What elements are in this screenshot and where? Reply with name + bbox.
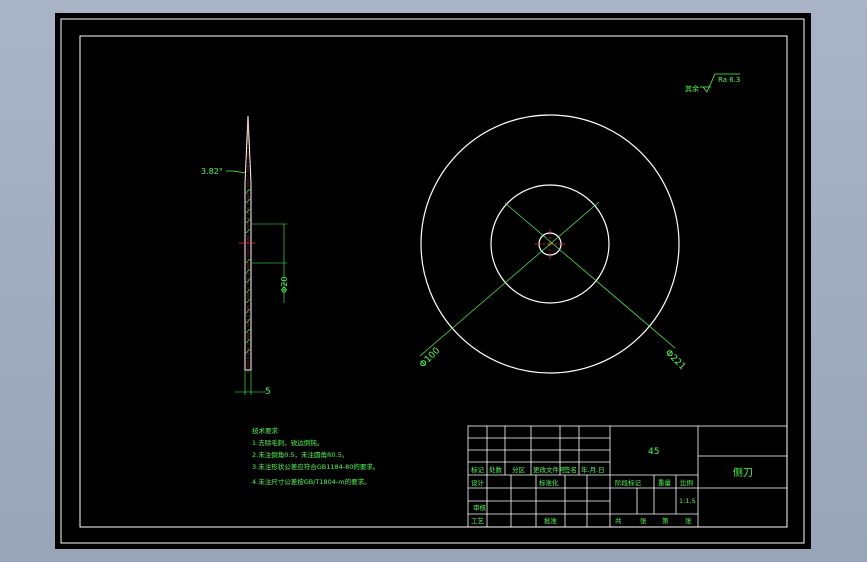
diameter-100-leader xyxy=(419,201,600,357)
tb-sheet-total: 共 xyxy=(615,516,622,525)
technical-notes: 技术要求 1.去除毛刺，锐边倒钝。 2.未注倒角0.5，未注圆角R0.5。 3.… xyxy=(252,426,379,486)
sheet-inner-border xyxy=(79,35,788,528)
tb-sheet-total-unit: 张 xyxy=(640,516,647,525)
angle-dimension: 3.82° xyxy=(201,167,223,176)
note-item-1: 1.去除毛刺，锐边倒钝。 xyxy=(252,438,323,447)
side-diameter-dimension: Φ20 xyxy=(280,277,289,293)
tb-material: 45 xyxy=(648,447,659,457)
tb-scale-value: 1:1.5 xyxy=(679,497,696,505)
roughness-symbol: 其余 Ra 6.3 xyxy=(685,73,740,93)
tb-approve: 批准 xyxy=(544,516,558,525)
roughness-value: Ra 6.3 xyxy=(718,76,740,84)
tb-scale: 比例 xyxy=(680,478,693,487)
tb-design: 设计 xyxy=(471,478,485,487)
tb-header-count: 处数 xyxy=(489,465,503,474)
tb-header-zone: 分区 xyxy=(512,465,526,474)
note-item-4: 4.未注尺寸公差按GB/T1804-m的要求。 xyxy=(252,477,371,486)
tb-review: 审核 xyxy=(473,503,487,512)
diameter-100-label: Φ100 xyxy=(418,346,442,370)
tb-sheet-no: 第 xyxy=(662,516,669,525)
tb-header-mark: 标记 xyxy=(471,465,485,474)
angle-leader xyxy=(226,170,247,174)
cad-viewport[interactable]: 其余 Ra 6.3 3.82° Φ20 5 Φ100 Φ221 技术要求 1.去… xyxy=(55,13,811,549)
tb-stage-mark: 阶段标记 xyxy=(615,478,642,487)
tb-sheet-no-unit: 张 xyxy=(685,516,692,525)
tb-standard: 标准化 xyxy=(539,478,559,487)
diameter-221-leader xyxy=(504,202,676,349)
tb-weight: 重量 xyxy=(658,479,672,487)
front-view: Φ100 Φ221 xyxy=(418,114,687,374)
diameter-221-label: Φ221 xyxy=(663,348,687,372)
side-view: 3.82° Φ20 5 xyxy=(201,115,289,397)
roughness-label: 其余 xyxy=(685,84,699,93)
tb-header-change-doc: 更改文件号 xyxy=(533,465,566,474)
drawing-canvas: 其余 Ra 6.3 3.82° Φ20 5 Φ100 Φ221 技术要求 1.去… xyxy=(60,18,805,544)
title-block-text: 标记 处数 分区 更改文件号 签名 年.月.日 设计 标准化 审核 工艺 批准 … xyxy=(471,447,753,525)
tb-header-sign: 签名 xyxy=(564,465,577,474)
tb-process: 工艺 xyxy=(471,517,485,525)
note-item-2: 2.未注倒角0.5，未注圆角R0.5。 xyxy=(252,450,348,459)
tb-header-date: 年.月.日 xyxy=(581,465,605,474)
tb-part-name: 侧刀 xyxy=(733,466,753,479)
thickness-dimension: 5 xyxy=(265,387,271,397)
note-item-3: 3.未注形状公差应符合GB1184-80的要求。 xyxy=(252,462,379,471)
sheet-outer-border xyxy=(60,18,805,544)
notes-title: 技术要求 xyxy=(252,426,279,435)
